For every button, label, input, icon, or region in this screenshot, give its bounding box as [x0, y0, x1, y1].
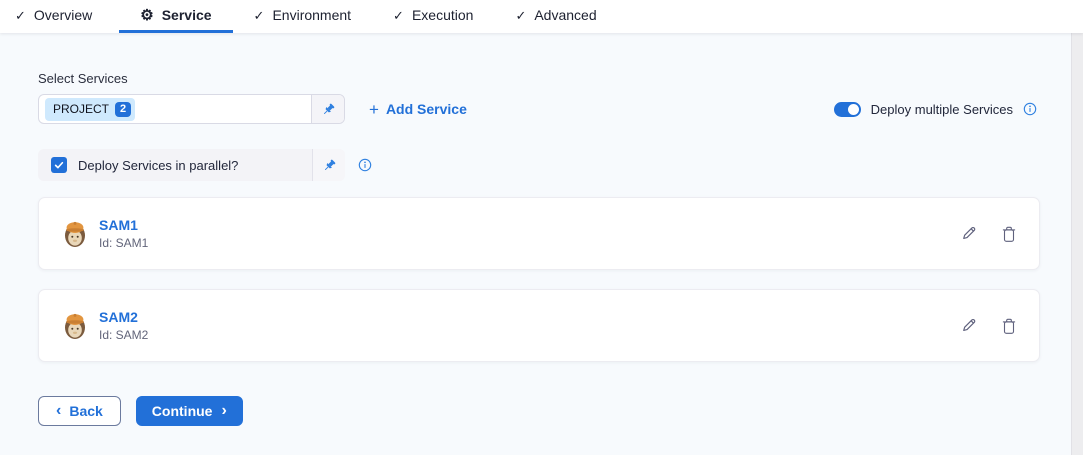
parallel-checkbox-field[interactable]: Deploy Services in parallel? — [38, 149, 312, 181]
deploy-multiple-label: Deploy multiple Services — [871, 102, 1013, 117]
service-step-page: ✓ Overview ⚙ Service ✓ Environment ✓ Exe… — [0, 0, 1083, 455]
add-service-label: Add Service — [386, 101, 467, 117]
service-id-text: Id: SAM2 — [99, 328, 148, 342]
tab-advanced[interactable]: ✓ Advanced — [494, 0, 617, 33]
pin-icon — [322, 158, 337, 173]
service-card-text: SAM1 Id: SAM1 — [99, 217, 148, 250]
plus-icon: + — [369, 101, 379, 118]
service-name-link[interactable]: SAM2 — [99, 309, 148, 325]
delete-service-button[interactable] — [1001, 317, 1017, 335]
service-avatar-icon — [63, 312, 87, 340]
tab-service-label: Service — [162, 7, 212, 23]
trash-icon — [1001, 225, 1017, 243]
chevron-left-icon: ‹ — [56, 403, 61, 419]
services-multiselect-input[interactable]: PROJECT 2 — [39, 95, 311, 123]
delete-service-button[interactable] — [1001, 225, 1017, 243]
back-button-label: Back — [69, 403, 102, 419]
select-services-label: Select Services — [38, 71, 1071, 86]
pin-icon — [321, 102, 336, 117]
service-select-row: PROJECT 2 — [38, 94, 1071, 124]
tab-execution[interactable]: ✓ Execution — [372, 0, 494, 33]
service-card-sam1: SAM1 Id: SAM1 — [38, 197, 1040, 270]
check-icon: ✓ — [393, 9, 404, 22]
info-icon[interactable] — [1023, 102, 1037, 116]
tab-execution-label: Execution — [412, 7, 473, 23]
add-service-button[interactable]: + Add Service — [369, 101, 467, 118]
wizard-footer: ‹ Back Continue › — [38, 396, 1071, 426]
service-card-sam2: SAM2 Id: SAM2 — [38, 289, 1040, 362]
chevron-right-icon: › — [221, 403, 226, 419]
parallel-checkbox-group: Deploy Services in parallel? — [38, 149, 345, 181]
selected-services-chip[interactable]: PROJECT 2 — [45, 98, 135, 121]
deploy-multiple-toggle-group: Deploy multiple Services — [834, 102, 1037, 117]
deploy-multiple-toggle[interactable] — [834, 102, 861, 117]
tab-overview[interactable]: ✓ Overview — [0, 0, 119, 33]
tab-environment[interactable]: ✓ Environment — [233, 0, 373, 33]
selected-services-chip-label: PROJECT — [53, 102, 109, 116]
pin-services-button[interactable] — [311, 95, 344, 123]
tab-advanced-label: Advanced — [534, 7, 596, 23]
service-step-content: Select Services PROJECT 2 — [0, 33, 1071, 455]
parallel-checkbox[interactable] — [51, 157, 67, 173]
pipeline-step-tabs: ✓ Overview ⚙ Service ✓ Environment ✓ Exe… — [0, 0, 1083, 33]
service-avatar-icon — [63, 220, 87, 248]
service-card-actions — [960, 317, 1017, 335]
check-icon: ✓ — [254, 9, 265, 22]
continue-button[interactable]: Continue › — [136, 396, 243, 426]
page-right-edge — [1071, 33, 1083, 455]
parallel-checkbox-label: Deploy Services in parallel? — [78, 158, 238, 173]
tab-environment-label: Environment — [272, 7, 351, 23]
trash-icon — [1001, 317, 1017, 335]
pencil-icon — [960, 225, 977, 242]
service-name-link[interactable]: SAM1 — [99, 217, 148, 233]
service-card-actions — [960, 225, 1017, 243]
services-multiselect: PROJECT 2 — [38, 94, 345, 124]
toggle-knob — [848, 104, 859, 115]
tab-service[interactable]: ⚙ Service — [119, 0, 232, 33]
check-icon: ✓ — [15, 9, 26, 22]
service-card-list: SAM1 Id: SAM1 — [38, 197, 1071, 362]
pencil-icon — [960, 317, 977, 334]
info-icon[interactable] — [358, 158, 372, 172]
service-id-text: Id: SAM1 — [99, 236, 148, 250]
selected-services-count-badge: 2 — [115, 102, 131, 117]
edit-service-button[interactable] — [960, 225, 977, 242]
continue-button-label: Continue — [152, 403, 213, 419]
parallel-row: Deploy Services in parallel? — [38, 149, 1071, 181]
check-icon: ✓ — [515, 9, 526, 22]
back-button[interactable]: ‹ Back — [38, 396, 121, 426]
pin-parallel-button[interactable] — [312, 149, 345, 181]
edit-service-button[interactable] — [960, 317, 977, 334]
service-card-text: SAM2 Id: SAM2 — [99, 309, 148, 342]
gear-icon: ⚙ — [140, 8, 153, 23]
tab-overview-label: Overview — [34, 7, 92, 23]
